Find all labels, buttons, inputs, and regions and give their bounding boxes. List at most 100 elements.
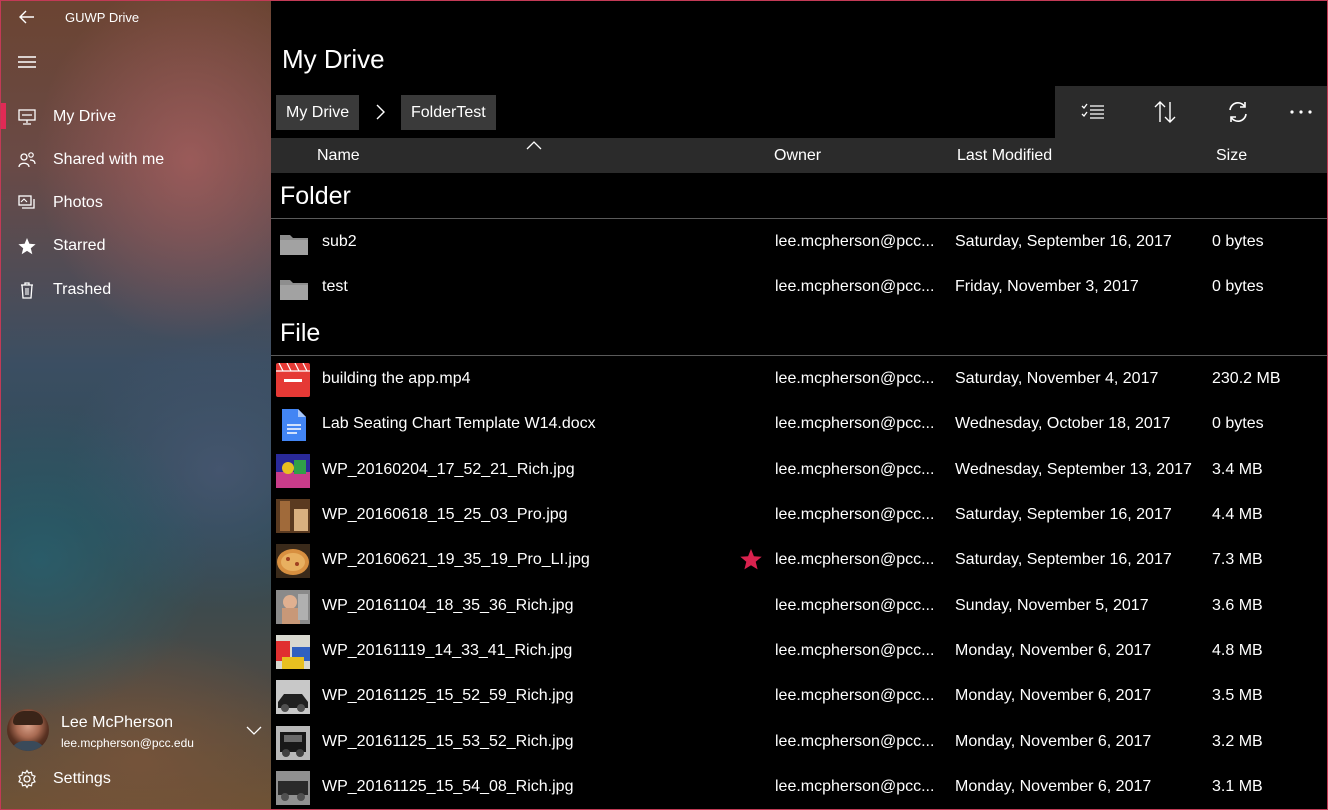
app-title: GUWP Drive xyxy=(65,10,140,25)
sidebar-item-label: Photos xyxy=(53,194,103,211)
sidebar-item-my-drive[interactable]: My Drive xyxy=(0,97,271,137)
table-row[interactable]: Lab Seating Chart Template W14.docx lee.… xyxy=(271,402,1328,447)
file-owner: lee.mcpherson@pcc... xyxy=(775,278,935,295)
file-owner: lee.mcpherson@pcc... xyxy=(775,778,935,795)
table-row[interactable]: WP_20160618_15_25_03_Pro.jpg lee.mcphers… xyxy=(271,493,1328,538)
group-title-folder: Folder xyxy=(280,182,351,210)
table-row[interactable]: sub2 lee.mcpherson@pcc... Saturday, Sept… xyxy=(271,220,1328,265)
table-row[interactable]: WP_20161119_14_33_41_Rich.jpg lee.mcpher… xyxy=(271,629,1328,674)
column-last-modified[interactable]: Last Modified xyxy=(957,147,1052,165)
file-name: test xyxy=(322,278,348,295)
chevron-down-icon[interactable] xyxy=(245,721,263,739)
table-row[interactable]: WP_20160204_17_52_21_Rich.jpg lee.mcpher… xyxy=(271,448,1328,493)
file-name: WP_20161104_18_35_36_Rich.jpg xyxy=(322,597,574,614)
file-size: 3.1 MB xyxy=(1212,778,1263,795)
more-options-button[interactable] xyxy=(1287,98,1315,126)
file-modified: Saturday, September 16, 2017 xyxy=(955,233,1172,250)
file-size: 3.2 MB xyxy=(1212,733,1263,750)
divider xyxy=(271,355,1328,356)
hamburger-menu-button[interactable] xyxy=(12,47,42,77)
file-size: 7.3 MB xyxy=(1212,551,1263,568)
sidebar-item-label: Starred xyxy=(53,237,106,254)
file-modified: Saturday, November 4, 2017 xyxy=(955,370,1159,387)
settings-label: Settings xyxy=(53,770,111,787)
file-modified: Saturday, September 16, 2017 xyxy=(955,506,1172,523)
file-name: Lab Seating Chart Template W14.docx xyxy=(322,415,596,432)
sidebar-item-trashed[interactable]: Trashed xyxy=(0,270,271,310)
file-owner: lee.mcpherson@pcc... xyxy=(775,642,935,659)
sort-button[interactable] xyxy=(1151,98,1179,126)
sidebar-item-shared[interactable]: Shared with me xyxy=(0,140,271,180)
sidebar-item-label: Trashed xyxy=(53,281,112,298)
account-panel[interactable]: Lee McPherson lee.mcpherson@pcc.edu xyxy=(0,703,271,757)
image-thumbnail xyxy=(276,454,310,488)
file-name: WP_20161125_15_54_08_Rich.jpg xyxy=(322,778,574,795)
file-modified: Monday, November 6, 2017 xyxy=(955,687,1152,704)
file-owner: lee.mcpherson@pcc... xyxy=(775,461,935,478)
table-row[interactable]: test lee.mcpherson@pcc... Friday, Novemb… xyxy=(271,265,1328,310)
sidebar-item-photos[interactable]: Photos xyxy=(0,183,271,223)
column-owner[interactable]: Owner xyxy=(774,147,821,165)
breadcrumb-foldertest[interactable]: FolderTest xyxy=(401,95,496,130)
sidebar: GUWP Drive My Drive Shared with me Photo… xyxy=(0,0,271,810)
file-name: WP_20160618_15_25_03_Pro.jpg xyxy=(322,506,568,523)
avatar xyxy=(7,709,49,751)
column-header: Name Owner Last Modified Size xyxy=(271,138,1328,173)
document-file-icon xyxy=(282,409,306,441)
starred-icon[interactable] xyxy=(739,548,763,572)
my-drive-icon xyxy=(16,107,38,127)
file-name: WP_20161125_15_52_59_Rich.jpg xyxy=(322,687,574,704)
folder-icon xyxy=(280,280,308,300)
file-owner: lee.mcpherson@pcc... xyxy=(775,233,935,250)
image-thumbnail xyxy=(276,680,310,714)
image-thumbnail xyxy=(276,590,310,624)
checklist-icon xyxy=(1081,103,1104,119)
command-bar xyxy=(1055,86,1328,138)
star-icon xyxy=(16,236,38,256)
image-thumbnail xyxy=(276,771,310,805)
file-size: 3.5 MB xyxy=(1212,687,1263,704)
sort-icon xyxy=(1154,101,1176,123)
shared-icon xyxy=(16,150,38,170)
group-title-file: File xyxy=(280,319,321,347)
file-modified: Monday, November 6, 2017 xyxy=(955,733,1152,750)
file-owner: lee.mcpherson@pcc... xyxy=(775,506,935,523)
file-modified: Sunday, November 5, 2017 xyxy=(955,597,1149,614)
table-row[interactable]: WP_20161104_18_35_36_Rich.jpg lee.mcpher… xyxy=(271,584,1328,629)
table-row[interactable]: WP_20161125_15_52_59_Rich.jpg lee.mcpher… xyxy=(271,674,1328,719)
table-row[interactable]: WP_20161125_15_53_52_Rich.jpg lee.mcpher… xyxy=(271,720,1328,765)
file-modified: Monday, November 6, 2017 xyxy=(955,778,1152,795)
settings-button[interactable]: Settings xyxy=(0,759,271,799)
column-size[interactable]: Size xyxy=(1216,147,1247,165)
file-name: building the app.mp4 xyxy=(322,370,471,387)
file-modified: Monday, November 6, 2017 xyxy=(955,642,1152,659)
table-row[interactable]: WP_20160621_19_35_19_Pro_LI.jpg lee.mcph… xyxy=(271,538,1328,583)
file-size: 0 bytes xyxy=(1212,415,1264,432)
sidebar-item-label: My Drive xyxy=(53,108,117,125)
file-owner: lee.mcpherson@pcc... xyxy=(775,733,935,750)
hamburger-icon xyxy=(18,56,36,68)
main-content: My Drive My Drive FolderTest Name Owner … xyxy=(271,0,1328,810)
refresh-button[interactable] xyxy=(1224,98,1252,126)
file-modified: Wednesday, October 18, 2017 xyxy=(955,415,1171,432)
divider xyxy=(271,218,1328,219)
file-owner: lee.mcpherson@pcc... xyxy=(775,597,935,614)
file-size: 3.4 MB xyxy=(1212,461,1263,478)
file-size: 230.2 MB xyxy=(1212,370,1281,387)
column-name[interactable]: Name xyxy=(317,147,360,165)
back-arrow-icon xyxy=(19,10,34,24)
file-owner: lee.mcpherson@pcc... xyxy=(775,551,935,568)
file-name: WP_20161125_15_53_52_Rich.jpg xyxy=(322,733,574,750)
breadcrumb-my-drive[interactable]: My Drive xyxy=(276,95,360,130)
refresh-icon xyxy=(1229,102,1247,122)
file-size: 0 bytes xyxy=(1212,233,1264,250)
select-mode-button[interactable] xyxy=(1079,98,1107,126)
chevron-right-icon xyxy=(376,104,385,120)
image-thumbnail xyxy=(276,726,310,760)
table-row[interactable]: building the app.mp4 lee.mcpherson@pcc..… xyxy=(271,357,1328,402)
page-title: My Drive xyxy=(282,44,385,74)
back-button[interactable] xyxy=(12,6,42,28)
sidebar-item-starred[interactable]: Starred xyxy=(0,226,271,266)
photos-icon xyxy=(16,193,38,213)
table-row[interactable]: WP_20161125_15_54_08_Rich.jpg lee.mcpher… xyxy=(271,765,1328,810)
